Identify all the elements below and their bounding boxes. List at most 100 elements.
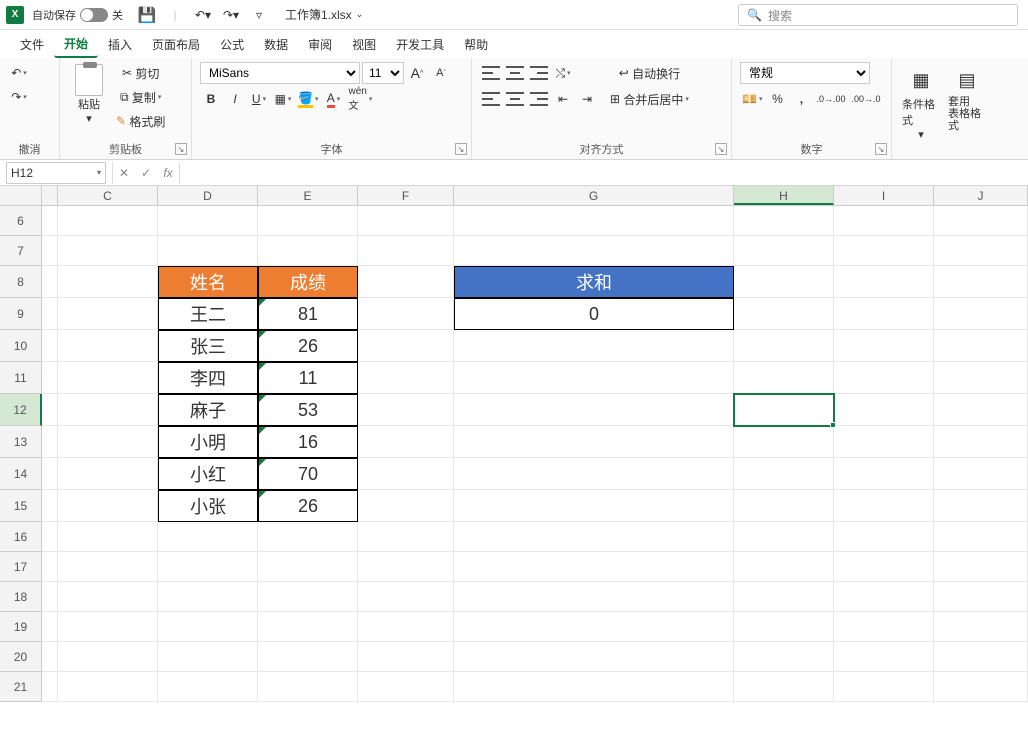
accounting-format-button[interactable]: 💴▾ bbox=[740, 88, 764, 110]
cell-H20[interactable] bbox=[734, 642, 834, 672]
cell-H10[interactable] bbox=[734, 330, 834, 362]
cell-C11[interactable] bbox=[58, 362, 158, 394]
col-header-i[interactable]: I bbox=[834, 186, 934, 205]
increase-font-button[interactable]: A^ bbox=[406, 62, 428, 84]
cell-H14[interactable] bbox=[734, 458, 834, 490]
cell-I18[interactable] bbox=[834, 582, 934, 612]
format-painter-button[interactable]: ✎ 格式刷 bbox=[114, 110, 167, 132]
row-header-10[interactable]: 10 bbox=[0, 330, 42, 362]
autosave-toggle[interactable]: 自动保存 关 bbox=[32, 7, 123, 23]
decrease-font-button[interactable]: Aˇ bbox=[430, 62, 452, 84]
cell-H6[interactable] bbox=[734, 206, 834, 236]
cell-E16[interactable] bbox=[258, 522, 358, 552]
cell-E8[interactable]: 成绩 bbox=[258, 266, 358, 298]
cell-I13[interactable] bbox=[834, 426, 934, 458]
cell-B14[interactable] bbox=[42, 458, 58, 490]
cell-C10[interactable] bbox=[58, 330, 158, 362]
document-title[interactable]: 工作簿1.xlsx ⌄ bbox=[285, 6, 363, 23]
cell-I6[interactable] bbox=[834, 206, 934, 236]
tab-developer[interactable]: 开发工具 bbox=[386, 32, 454, 57]
tab-formulas[interactable]: 公式 bbox=[210, 32, 254, 57]
cell-F12[interactable] bbox=[358, 394, 454, 426]
cell-E21[interactable] bbox=[258, 672, 358, 702]
cell-E14[interactable]: 70 bbox=[258, 458, 358, 490]
cell-C15[interactable] bbox=[58, 490, 158, 522]
cell-F10[interactable] bbox=[358, 330, 454, 362]
cell-F17[interactable] bbox=[358, 552, 454, 582]
col-header-e[interactable]: E bbox=[258, 186, 358, 205]
cell-I17[interactable] bbox=[834, 552, 934, 582]
cell-D9[interactable]: 王二 bbox=[158, 298, 258, 330]
cell-B8[interactable] bbox=[42, 266, 58, 298]
cell-F18[interactable] bbox=[358, 582, 454, 612]
tab-data[interactable]: 数据 bbox=[254, 32, 298, 57]
col-header-g[interactable]: G bbox=[454, 186, 734, 205]
cell-C14[interactable] bbox=[58, 458, 158, 490]
qat-customize-button[interactable]: ▿ bbox=[247, 3, 271, 27]
row-header-14[interactable]: 14 bbox=[0, 458, 42, 490]
cell-E7[interactable] bbox=[258, 236, 358, 266]
cell-F7[interactable] bbox=[358, 236, 454, 266]
fill-color-button[interactable]: 🪣▾ bbox=[296, 88, 320, 110]
cell-F16[interactable] bbox=[358, 522, 454, 552]
cell-I7[interactable] bbox=[834, 236, 934, 266]
cell-I10[interactable] bbox=[834, 330, 934, 362]
cell-C21[interactable] bbox=[58, 672, 158, 702]
cell-C8[interactable] bbox=[58, 266, 158, 298]
orientation-button[interactable]: ⤭▾ bbox=[552, 62, 574, 84]
redo-button[interactable]: ↷▾ bbox=[219, 3, 243, 27]
font-name-select[interactable]: MiSans bbox=[200, 62, 360, 84]
cell-J17[interactable] bbox=[934, 552, 1028, 582]
cell-D20[interactable] bbox=[158, 642, 258, 672]
font-size-select[interactable]: 11 bbox=[362, 62, 404, 84]
cell-G18[interactable] bbox=[454, 582, 734, 612]
cell-B19[interactable] bbox=[42, 612, 58, 642]
cell-H8[interactable] bbox=[734, 266, 834, 298]
cell-H18[interactable] bbox=[734, 582, 834, 612]
cell-J18[interactable] bbox=[934, 582, 1028, 612]
cell-C18[interactable] bbox=[58, 582, 158, 612]
row-header-13[interactable]: 13 bbox=[0, 426, 42, 458]
decrease-indent-button[interactable]: ⇤ bbox=[552, 88, 574, 110]
cell-H15[interactable] bbox=[734, 490, 834, 522]
cell-I21[interactable] bbox=[834, 672, 934, 702]
cell-D17[interactable] bbox=[158, 552, 258, 582]
tab-view[interactable]: 视图 bbox=[342, 32, 386, 57]
cell-G14[interactable] bbox=[454, 458, 734, 490]
enter-formula-button[interactable]: ✓ bbox=[135, 162, 157, 184]
align-bottom-button[interactable] bbox=[528, 62, 550, 84]
cell-D19[interactable] bbox=[158, 612, 258, 642]
cell-D13[interactable]: 小明 bbox=[158, 426, 258, 458]
cell-I15[interactable] bbox=[834, 490, 934, 522]
cell-F20[interactable] bbox=[358, 642, 454, 672]
name-box[interactable]: H12 ▾ bbox=[6, 162, 106, 184]
cell-G21[interactable] bbox=[454, 672, 734, 702]
cell-J14[interactable] bbox=[934, 458, 1028, 490]
wrap-text-button[interactable]: ↩ 自动换行 bbox=[608, 62, 691, 84]
cell-C6[interactable] bbox=[58, 206, 158, 236]
search-input[interactable]: 🔍 搜索 bbox=[738, 4, 1018, 26]
number-dialog-launcher[interactable]: ↘ bbox=[875, 143, 887, 155]
cell-G13[interactable] bbox=[454, 426, 734, 458]
increase-decimal-button[interactable]: .0→.00 bbox=[814, 88, 847, 110]
cell-C7[interactable] bbox=[58, 236, 158, 266]
cell-D15[interactable]: 小张 bbox=[158, 490, 258, 522]
cell-C13[interactable] bbox=[58, 426, 158, 458]
cell-I12[interactable] bbox=[834, 394, 934, 426]
cell-I16[interactable] bbox=[834, 522, 934, 552]
bold-button[interactable]: B bbox=[200, 88, 222, 110]
undo-split-button[interactable]: ↶▾ bbox=[8, 62, 30, 84]
cell-F14[interactable] bbox=[358, 458, 454, 490]
cell-G11[interactable] bbox=[454, 362, 734, 394]
cell-J13[interactable] bbox=[934, 426, 1028, 458]
font-dialog-launcher[interactable]: ↘ bbox=[455, 143, 467, 155]
cell-J6[interactable] bbox=[934, 206, 1028, 236]
cell-H21[interactable] bbox=[734, 672, 834, 702]
cell-G17[interactable] bbox=[454, 552, 734, 582]
cell-B18[interactable] bbox=[42, 582, 58, 612]
cell-D10[interactable]: 张三 bbox=[158, 330, 258, 362]
cell-J12[interactable] bbox=[934, 394, 1028, 426]
cell-B7[interactable] bbox=[42, 236, 58, 266]
cell-I19[interactable] bbox=[834, 612, 934, 642]
cell-F11[interactable] bbox=[358, 362, 454, 394]
